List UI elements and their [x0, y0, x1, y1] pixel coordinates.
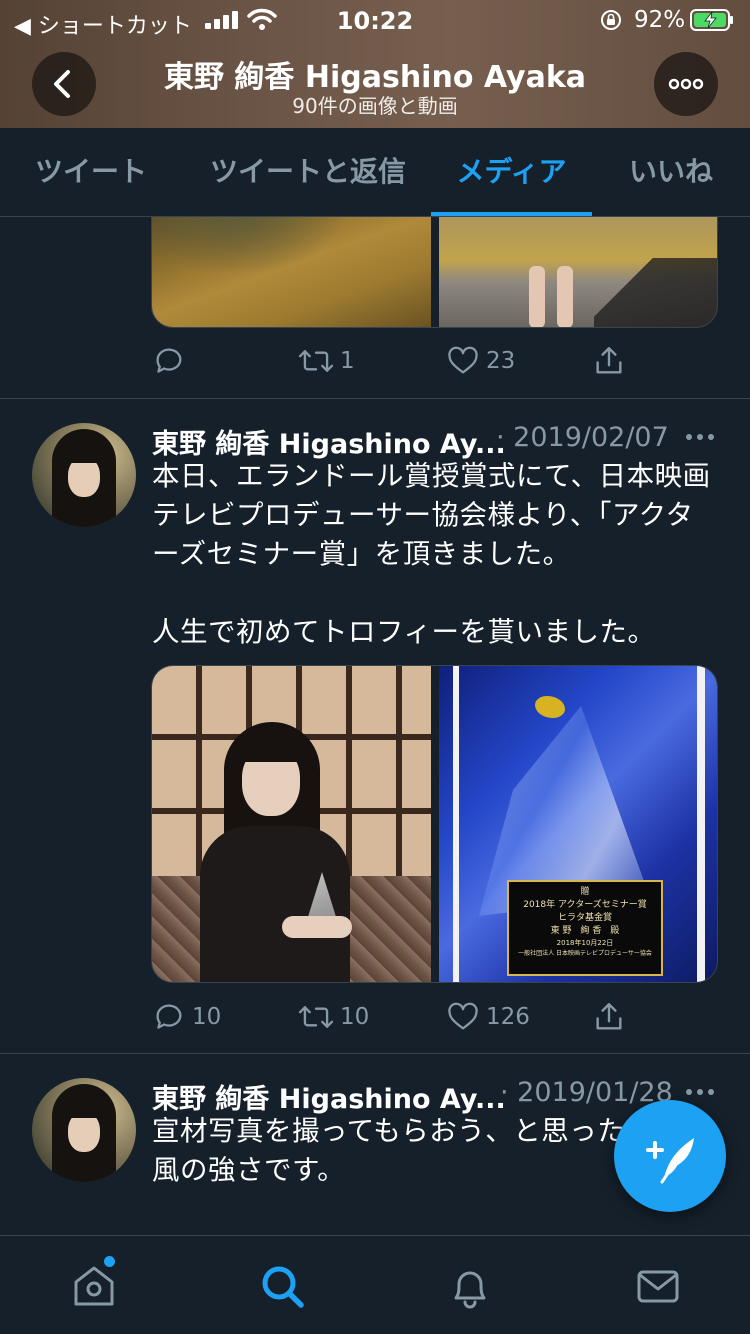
tweet-more-icon[interactable]	[684, 1082, 716, 1102]
search-icon[interactable]	[258, 1262, 306, 1310]
retweet-icon	[298, 1006, 334, 1028]
like-button[interactable]: 126	[446, 997, 530, 1037]
share-button[interactable]	[592, 341, 626, 381]
tweet-actions: 1 23	[152, 341, 652, 381]
tweet-text: 本日、エランドール賞授賞式にて、日本映画 テレビプロデューサー協会様より、「アク…	[152, 457, 722, 652]
new-content-dot	[104, 1256, 115, 1267]
tab-likes[interactable]: いいね	[600, 128, 742, 216]
photo-trophy-on-blue-cloth[interactable]: 贈 2018年 アクターズセミナー賞 ヒラタ基金賞 東 野 絢 香 殿 2018…	[439, 666, 717, 982]
plaque-line: 2018年 アクターズセミナー賞	[523, 900, 647, 910]
tweet-author-name[interactable]: 東野 絢香 Higashino Ay...	[152, 422, 506, 461]
bell-icon[interactable]	[446, 1262, 494, 1310]
media-feed[interactable]: 1 23 東野 絢香 Higashino Ay... · 2019/02/07 …	[0, 217, 750, 1235]
heart-icon	[448, 346, 478, 374]
battery-charging-icon	[690, 9, 733, 31]
share-icon	[596, 1003, 622, 1030]
tweet-text-line: テレビプロデューサー協会様より、「アクタ	[152, 499, 694, 531]
tab-tweets[interactable]: ツイート	[0, 128, 182, 216]
share-button[interactable]	[592, 997, 626, 1037]
share-icon	[596, 347, 622, 374]
ellipsis-icon	[668, 78, 704, 90]
heart-icon	[448, 1002, 478, 1030]
envelope-icon[interactable]	[634, 1262, 682, 1310]
reply-button[interactable]: 10	[152, 997, 221, 1037]
like-count: 23	[486, 348, 516, 374]
tweet-divider	[0, 1053, 750, 1054]
chevron-left-icon	[54, 70, 70, 98]
media-count: 90件の画像と動画	[292, 94, 458, 118]
tweet-more-icon[interactable]	[684, 427, 716, 447]
avatar[interactable]	[32, 1078, 136, 1182]
photo-yellow-dress-walkway[interactable]	[439, 217, 717, 327]
photo-woman-yellow-coat[interactable]	[152, 217, 431, 327]
retweet-count: 1	[340, 348, 355, 374]
compose-tweet-icon	[646, 1138, 694, 1184]
plaque-line: 贈	[580, 887, 590, 897]
tweet-text-line: 人生で初めてトロフィーを貰いました。	[152, 616, 656, 648]
home-icon[interactable]	[70, 1262, 118, 1310]
plaque-line: 一般社団法人 日本映画テレビプロデューサー協会	[518, 950, 652, 957]
bottom-navigation	[0, 1235, 750, 1334]
plaque-line: ヒラタ基金賞	[557, 913, 612, 923]
reply-count: 10	[192, 1004, 222, 1030]
tweet-author-name[interactable]: 東野 絢香 Higashino Ay...	[152, 1077, 506, 1116]
tab-media[interactable]: メディア	[431, 128, 592, 216]
retweet-button[interactable]: 10	[298, 997, 369, 1037]
plaque-line: 東 野 絢 香 殿	[550, 926, 620, 936]
more-options-button[interactable]	[654, 52, 718, 116]
tweet-divider	[0, 398, 750, 399]
retweet-icon	[298, 350, 334, 372]
profile-tabs: ツイート ツイートと返信 メディア いいね	[0, 128, 750, 217]
reply-icon	[156, 1004, 182, 1029]
media-gutter	[431, 217, 439, 327]
like-count: 126	[486, 1004, 530, 1030]
reply-icon	[156, 348, 182, 373]
retweet-count: 10	[340, 1004, 370, 1030]
compose-tweet-button[interactable]	[614, 1100, 726, 1212]
tab-tweets-and-replies[interactable]: ツイートと返信	[190, 128, 426, 216]
reply-button[interactable]	[152, 341, 192, 381]
trophy-plaque: 贈 2018年 アクターズセミナー賞 ヒラタ基金賞 東 野 絢 香 殿 2018…	[507, 880, 663, 976]
photo-woman-holding-trophy[interactable]	[152, 666, 431, 982]
tweet-date: · 2019/02/07	[496, 422, 669, 453]
tweet-media-grid[interactable]: 贈 2018年 アクターズセミナー賞 ヒラタ基金賞 東 野 絢 香 殿 2018…	[151, 665, 718, 983]
tweet-text-line: ーズセミナー賞」を頂きました。	[152, 538, 571, 570]
tweet-media-grid[interactable]	[151, 217, 718, 328]
rotation-lock-icon	[601, 10, 621, 30]
tweet-actions: 10 10 126	[152, 997, 652, 1037]
status-bar: ◀ ショートカット 10:22 92%	[0, 0, 750, 42]
media-gutter	[431, 666, 439, 982]
active-tab-indicator	[431, 212, 592, 216]
profile-header: ◀ ショートカット 10:22 92% 東野 絢香 Higashino Ayak…	[0, 0, 750, 128]
tweet-text-line: 本日、エランドール賞授賞式にて、日本映画	[152, 460, 711, 492]
like-button[interactable]: 23	[446, 341, 515, 381]
tweet-text-blank-line	[152, 574, 722, 613]
back-button[interactable]	[32, 52, 96, 116]
battery-percentage: 92%	[634, 7, 686, 33]
avatar[interactable]	[32, 423, 136, 527]
plaque-line: 2018年10月22日	[556, 939, 614, 947]
retweet-button[interactable]: 1	[298, 341, 355, 381]
